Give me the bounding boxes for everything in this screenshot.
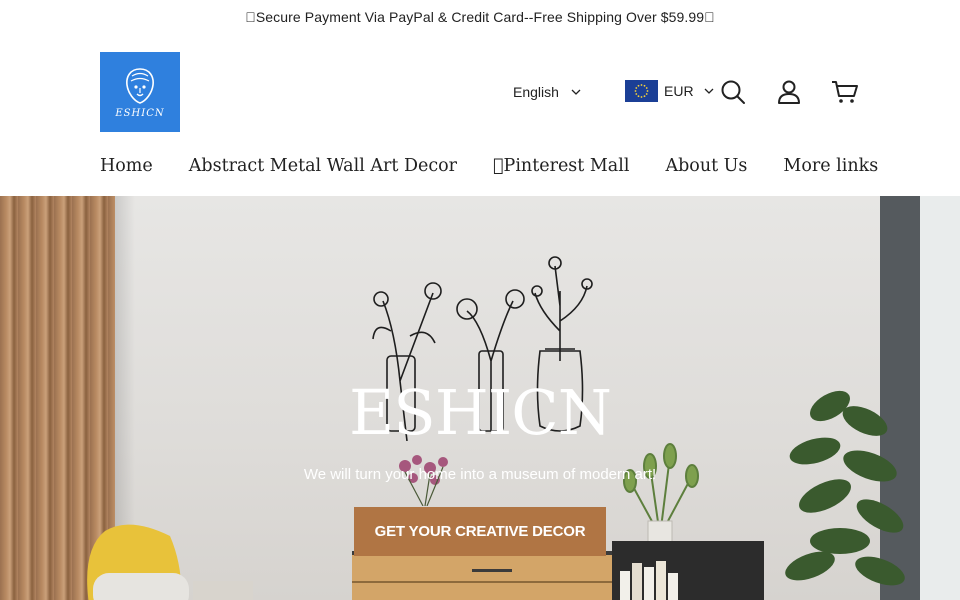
shop-now-button[interactable]: GET YOUR CREATIVE DECOR bbox=[354, 507, 606, 556]
account-button[interactable] bbox=[775, 78, 803, 106]
announcement-text:  Secure Payment Via PayPal & Credit Card… bbox=[245, 9, 715, 25]
currency-selector[interactable]: EUR bbox=[625, 80, 714, 102]
logo-wordmark: ESHICN bbox=[115, 107, 165, 119]
nav-item-home[interactable]: Home bbox=[100, 156, 153, 176]
account-icon bbox=[778, 80, 800, 104]
chevron-down-icon bbox=[704, 88, 714, 94]
site-header: ESHICN English EUR Home Abstract Metal W… bbox=[0, 34, 960, 196]
search-icon bbox=[721, 80, 745, 104]
language-selector[interactable]: English bbox=[513, 82, 581, 102]
hero-cabinet bbox=[352, 551, 614, 600]
lion-logo-icon bbox=[126, 67, 154, 104]
language-label: English bbox=[513, 84, 559, 100]
hero-yellow-chair bbox=[87, 524, 253, 600]
cart-icon bbox=[832, 81, 858, 103]
nav-item-about-us[interactable]: About Us bbox=[665, 156, 747, 176]
announcement-bar:  Secure Payment Via PayPal & Credit Card… bbox=[0, 0, 960, 34]
main-navigation: Home Abstract Metal Wall Art Decor  Pint… bbox=[100, 156, 878, 176]
chevron-down-icon bbox=[571, 89, 581, 95]
hero-subtitle: We will turn your home into a museum of … bbox=[303, 466, 657, 483]
hero-banner: ESHICN We will turn your home into a mus… bbox=[0, 196, 960, 600]
hero-title: ESHICN bbox=[349, 376, 612, 449]
nav-item-abstract-metal-wall-art[interactable]: Abstract Metal Wall Art Decor bbox=[189, 156, 457, 176]
eu-flag-icon bbox=[625, 80, 658, 102]
nav-item-more-links[interactable]: More links bbox=[783, 156, 878, 176]
nav-item-pinterest-mall[interactable]:  Pinterest Mall bbox=[493, 156, 629, 176]
cart-button[interactable] bbox=[831, 78, 859, 106]
hero-bookshelf bbox=[612, 541, 764, 600]
site-logo[interactable]: ESHICN bbox=[100, 52, 180, 132]
currency-label: EUR bbox=[664, 83, 694, 99]
search-button[interactable] bbox=[719, 78, 747, 106]
